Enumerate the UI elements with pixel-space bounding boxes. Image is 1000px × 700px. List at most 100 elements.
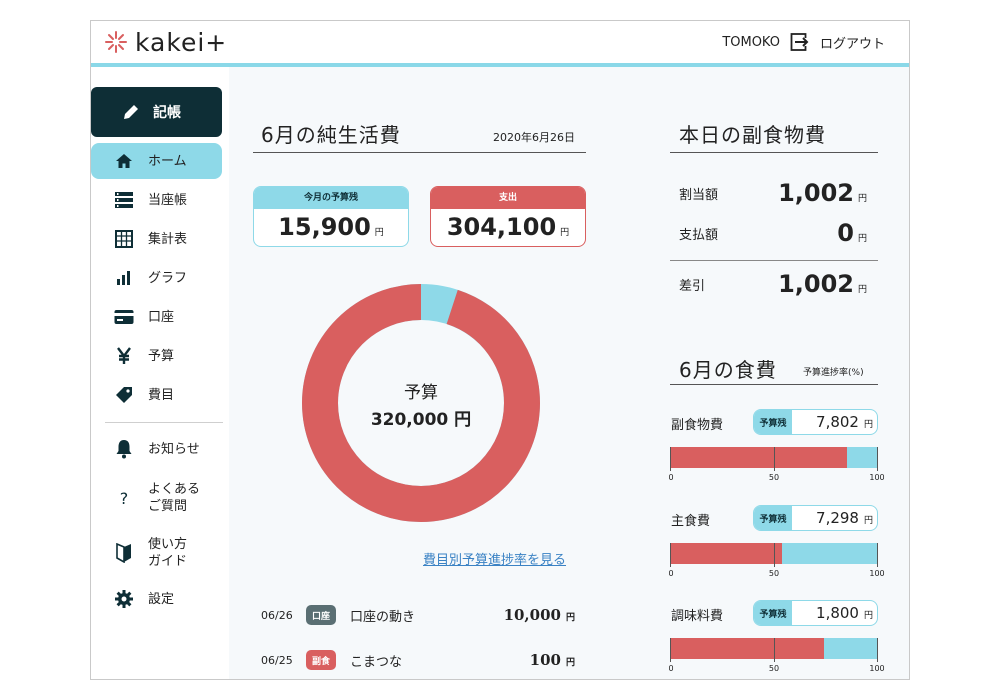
table-icon (114, 229, 134, 249)
brand-logo[interactable]: kakei+ (105, 27, 227, 57)
transaction-description: 口座の動き (350, 609, 416, 625)
tick-label: 50 (768, 664, 780, 673)
bar-chart-icon (114, 268, 134, 288)
sidebar-item-faq[interactable]: ? よくある ご質問 (91, 475, 222, 521)
tag-icon (114, 385, 134, 405)
question-icon: ? (119, 488, 129, 508)
transaction-row[interactable]: 06/25 副食 こまつな 100 円 (261, 648, 581, 672)
allotted-label: 割当額 (679, 187, 719, 203)
sidebar-divider (105, 422, 223, 423)
sidebar-item-label: 費目 (148, 387, 175, 403)
yen-unit: 円 (560, 228, 570, 238)
side-food-title: 本日の副食物費 (679, 123, 826, 147)
spending-value: 304,100 (446, 213, 557, 241)
food-category-name: 副食物費 (671, 418, 724, 433)
sidebar-item-label: ホーム (148, 153, 187, 169)
remaining-badge: 予算残 1,800 円 (753, 600, 878, 626)
remaining-value: 1,800 (816, 604, 859, 622)
sidebar-item-home[interactable]: ホーム (91, 143, 222, 179)
difference-label: 差引 (679, 278, 706, 294)
remaining-badge: 予算残 7,298 円 (753, 505, 878, 531)
sidebar-item-guide[interactable]: 使い方 ガイド (91, 530, 222, 576)
sidebar-item-label: グラフ (148, 270, 188, 286)
home-icon (114, 151, 134, 171)
yen-unit: 円 (565, 658, 575, 668)
tick-label: 100 (869, 473, 885, 482)
list-icon (114, 190, 134, 210)
tick-label: 0 (668, 569, 674, 578)
remaining-tag: 予算残 (754, 601, 792, 625)
transaction-row[interactable]: 06/26 口座 口座の動き 10,000 円 (261, 603, 581, 627)
sunburst-logo-icon (105, 31, 127, 53)
bell-icon (114, 439, 134, 459)
sidebar-item-account[interactable]: 口座 (91, 299, 222, 335)
sidebar-item-label: 使い方 (148, 537, 188, 552)
sidebar-item-notices[interactable]: お知らせ (91, 431, 222, 467)
sidebar-item-graph[interactable]: グラフ (91, 260, 222, 296)
sidebar-item-label-group: よくある ご質問 (148, 481, 200, 515)
tick-label: 50 (768, 569, 780, 578)
pencil-icon (121, 102, 141, 122)
yen-unit: 円 (565, 613, 575, 623)
transaction-tag: 口座 (306, 605, 336, 625)
logout-button[interactable]: ログアウト (820, 33, 885, 52)
budget-remaining-card: 今月の予算残 15,900 円 (253, 186, 409, 247)
yen-unit: 円 (858, 233, 868, 244)
food-category-name: 調味料費 (671, 609, 724, 624)
sidebar-item-category[interactable]: 費目 (91, 377, 222, 413)
app-window: kakei+ TOMOKO ログアウト 記帳 ホーム 当座帳 集計表 グラフ 口… (90, 20, 910, 680)
logout-icon[interactable] (790, 32, 810, 52)
card-icon (114, 307, 134, 327)
progress-bar-fill (670, 543, 783, 564)
yen-unit: 円 (374, 228, 384, 238)
progress-bar: 0 50 100 (668, 638, 885, 678)
difference-row: 差引 1,002 円 (679, 269, 869, 299)
tick-label: 0 (668, 664, 674, 673)
progress-note: 予算進捗率(%) (803, 368, 864, 378)
sidebar-item-label: ご質問 (148, 499, 188, 514)
progress-bar: 0 50 100 (668, 543, 885, 583)
app-header: kakei+ TOMOKO ログアウト (91, 21, 909, 63)
gear-icon (114, 589, 134, 609)
category-progress-link[interactable]: 費目別予算進捗率を見る (423, 549, 566, 568)
paid-row: 支払額 0 円 (679, 218, 869, 248)
remaining-value: 7,802 (816, 413, 859, 431)
sidebar-item-summary[interactable]: 集計表 (91, 221, 222, 257)
progress-bar-fill (670, 447, 847, 468)
donut-label-value: 320,000 円 (370, 410, 472, 430)
yen-unit: 円 (863, 420, 873, 430)
sidebar-item-budget[interactable]: 予算 (91, 338, 222, 374)
sidebar-item-label: 設定 (148, 591, 175, 607)
user-menu: TOMOKO ログアウト (722, 32, 885, 52)
sidebar-item-ledger[interactable]: 当座帳 (91, 182, 222, 218)
transaction-description: こまつな (350, 654, 403, 670)
paid-label: 支払額 (679, 227, 719, 243)
sidebar-item-label: 集計表 (148, 231, 188, 247)
food-title: 6月の食費 (679, 358, 777, 382)
remaining-value: 7,298 (816, 509, 859, 527)
transaction-tag: 副食 (306, 650, 336, 670)
budget-remaining-value: 15,900 (278, 213, 371, 241)
yen-unit: 円 (863, 611, 873, 621)
food-rule (670, 384, 878, 385)
yen-unit: 円 (858, 193, 868, 204)
side-food-rule (670, 152, 878, 153)
tick-label: 100 (869, 569, 885, 578)
living-cost-rule (253, 152, 586, 153)
yen-unit: 円 (858, 284, 868, 295)
current-date: 2020年6月26日 (493, 131, 575, 144)
sidebar-item-label-group: 使い方 ガイド (148, 536, 187, 570)
user-name: TOMOKO (722, 34, 780, 50)
bookkeeping-label: 記帳 (153, 105, 181, 121)
budget-remaining-label: 今月の予算残 (254, 187, 408, 209)
progress-bar-fill (670, 638, 824, 659)
remaining-badge: 予算残 7,802 円 (753, 409, 878, 435)
tick-label: 50 (768, 473, 780, 482)
progress-bar: 0 50 100 (668, 447, 885, 487)
sidebar-item-settings[interactable]: 設定 (91, 581, 222, 617)
remaining-tag: 予算残 (754, 506, 792, 530)
sidebar: 記帳 ホーム 当座帳 集計表 グラフ 口座 予算 費目 お知らせ ? よくある … (91, 67, 229, 679)
sidebar-item-label: 予算 (148, 348, 175, 364)
allotted-row: 割当額 1,002 円 (679, 178, 869, 208)
bookkeeping-button[interactable]: 記帳 (91, 87, 222, 137)
